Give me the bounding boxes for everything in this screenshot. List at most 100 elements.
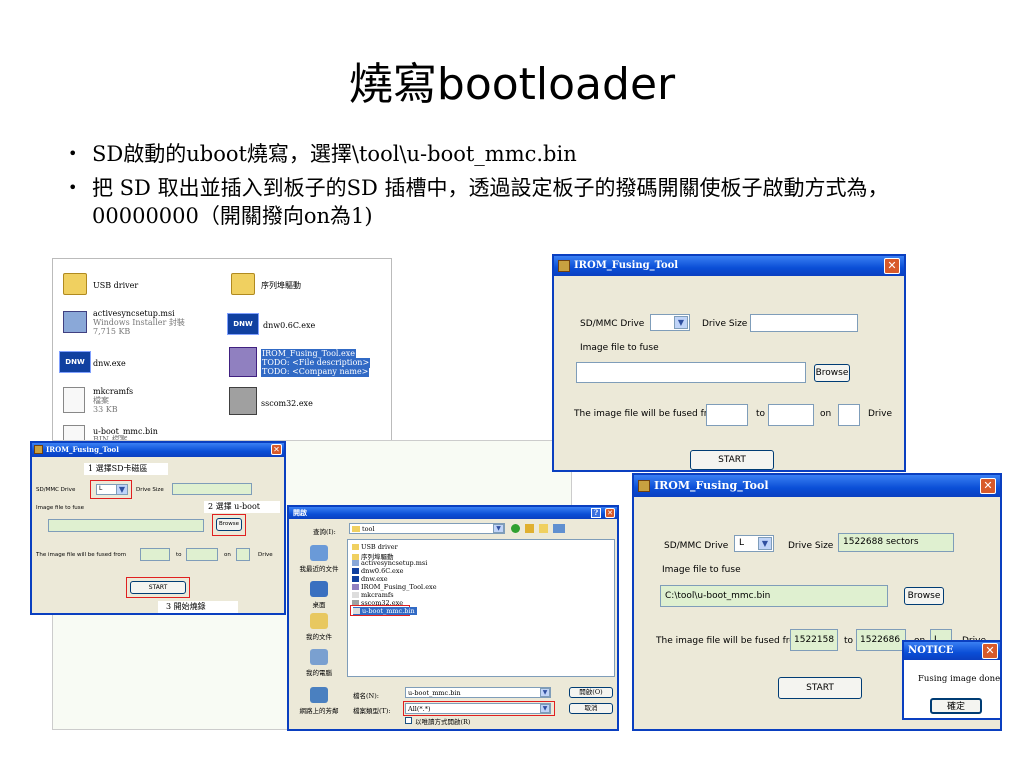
browse-button[interactable]: Browse <box>814 364 850 382</box>
file-label[interactable]: USB driver <box>93 281 138 291</box>
from-field[interactable] <box>140 548 170 561</box>
file-label[interactable]: 序列埠驅動 <box>261 281 301 291</box>
image-file-field[interactable]: C:\tool\u-boot_mmc.bin <box>660 585 888 607</box>
to-field[interactable] <box>186 548 218 561</box>
step3-annotation: 3 開始燒錄 <box>158 601 238 613</box>
file-icon <box>353 608 360 614</box>
list-item[interactable]: dnw.exe <box>352 575 388 583</box>
place-my-documents[interactable]: 我的文件 <box>293 613 345 641</box>
readonly-label: 以唯讀方式開啟(R) <box>415 718 471 726</box>
chevron-down-icon[interactable]: ▼ <box>116 484 128 495</box>
browse-button[interactable]: Browse <box>904 587 944 605</box>
close-icon[interactable]: ✕ <box>271 444 282 455</box>
installer-icon <box>352 560 359 566</box>
from-field[interactable] <box>706 404 748 426</box>
new-folder-icon[interactable] <box>539 524 548 533</box>
file-list[interactable]: USB driver 序列埠驅動 activesyncsetup.msi dnw… <box>347 539 615 677</box>
image-file-field[interactable] <box>48 519 204 532</box>
folder-icon[interactable] <box>231 273 255 295</box>
close-icon[interactable]: ✕ <box>982 643 998 659</box>
help-icon[interactable]: ? <box>591 508 601 518</box>
folder-icon[interactable] <box>63 273 87 295</box>
dialog-titlebar[interactable]: 開啟 ? ✕ <box>289 507 617 519</box>
server-icon[interactable] <box>229 387 257 415</box>
file-label[interactable]: sscom32.exe <box>261 399 313 409</box>
notice-message: Fusing image done <box>918 674 1001 684</box>
folder-icon <box>352 526 360 532</box>
list-item[interactable]: dnw0.6C.exe <box>352 567 403 575</box>
bullet-item: SD啟動的uboot燒寫，選擇\tool\u-boot_mmc.bin <box>62 140 982 168</box>
notice-dialog: NOTICE ✕ Fusing image done 確定 <box>902 640 1002 720</box>
network-icon <box>310 687 328 703</box>
list-item[interactable]: activesyncsetup.msi <box>352 559 427 567</box>
close-icon[interactable]: ✕ <box>884 258 900 274</box>
place-network[interactable]: 網路上的芳鄰 <box>293 687 345 715</box>
file-icon <box>352 592 359 598</box>
window-titlebar[interactable]: IROM_Fusing_Tool ✕ <box>554 256 904 276</box>
small-fusing-tool-window: IROM_Fusing_Tool ✕ 1 選擇SD卡磁區 SD/MMC Driv… <box>30 441 286 615</box>
browse-button[interactable]: Browse <box>216 518 242 531</box>
list-item[interactable]: USB driver <box>352 543 398 551</box>
drive-size-field[interactable] <box>172 483 252 495</box>
place-recent[interactable]: 我最近的文件 <box>293 545 345 573</box>
filename-input[interactable]: u-boot_mmc.bin <box>405 687 551 698</box>
bullet-list: SD啟動的uboot燒寫，選擇\tool\u-boot_mmc.bin 把 SD… <box>62 140 982 236</box>
file-label[interactable]: dnw0.6C.exe <box>263 321 315 331</box>
dialog-titlebar[interactable]: NOTICE ✕ <box>904 642 1000 660</box>
window-titlebar[interactable]: IROM_Fusing_Tool ✕ <box>634 475 1000 497</box>
start-button[interactable]: START <box>778 677 862 699</box>
from-field[interactable]: 1522158 <box>790 629 838 651</box>
slide-title: 燒寫bootloader <box>348 59 676 110</box>
lookin-select[interactable]: tool <box>349 523 505 534</box>
window-title: IROM_Fusing_Tool <box>46 445 119 454</box>
sd-drive-label: SD/MMC Drive <box>664 541 729 551</box>
close-icon[interactable]: ✕ <box>605 508 615 518</box>
chevron-down-icon[interactable]: ▼ <box>758 537 772 550</box>
back-icon[interactable] <box>511 524 520 533</box>
drive-size-field[interactable] <box>750 314 858 332</box>
close-icon[interactable]: ✕ <box>980 478 996 494</box>
chevron-down-icon[interactable]: ▼ <box>674 316 688 329</box>
view-menu-icon[interactable] <box>553 524 565 533</box>
place-my-computer[interactable]: 我的電腦 <box>293 649 345 677</box>
dnw-icon[interactable]: DNW <box>227 313 259 335</box>
start-button[interactable]: START <box>130 581 186 594</box>
readonly-checkbox[interactable] <box>405 717 412 724</box>
image-file-field[interactable] <box>576 362 806 383</box>
to-field[interactable] <box>768 404 814 426</box>
list-item[interactable]: IROM_Fusing_Tool.exe <box>352 583 437 591</box>
file-icon[interactable] <box>63 387 85 413</box>
bullet-item: 把 SD 取出並插入到板子的SD 插槽中，透過設定板子的撥碼開關使板子啟動方式為… <box>62 174 982 230</box>
chevron-down-icon[interactable]: ▼ <box>540 704 550 713</box>
installer-icon[interactable] <box>63 311 87 333</box>
to-field[interactable]: 1522686 <box>856 629 906 651</box>
on-field[interactable] <box>838 404 860 426</box>
window-titlebar[interactable]: IROM_Fusing_Tool ✕ <box>32 443 284 457</box>
drive-size-field[interactable]: 1522688 sectors <box>838 533 954 552</box>
up-folder-icon[interactable] <box>525 524 534 533</box>
start-button[interactable]: START <box>690 450 774 470</box>
on-label: on <box>820 409 832 419</box>
place-desktop[interactable]: 桌面 <box>293 581 345 609</box>
list-item-selected[interactable]: u-boot_mmc.bin <box>353 607 417 615</box>
app-icon[interactable] <box>229 347 257 377</box>
chevron-down-icon[interactable]: ▼ <box>493 524 504 533</box>
file-label[interactable]: dnw.exe <box>93 359 126 369</box>
file-size: 33 KB <box>93 405 118 414</box>
cancel-button[interactable]: 取消 <box>569 703 613 714</box>
open-button[interactable]: 開啟(O) <box>569 687 613 698</box>
dnw-icon[interactable]: DNW <box>59 351 91 373</box>
dnw-icon <box>352 568 359 574</box>
file-size: 7,715 KB <box>93 327 131 336</box>
app-icon <box>352 584 359 590</box>
on-label: on <box>224 552 231 558</box>
chevron-down-icon[interactable]: ▼ <box>540 688 550 697</box>
filetype-select[interactable]: All(*.*) <box>405 703 551 714</box>
app-icon <box>34 445 43 454</box>
list-item[interactable]: mkcramfs <box>352 591 394 599</box>
dialog-title: 開啟 <box>293 508 307 517</box>
drive-size-label: Drive Size <box>788 541 834 551</box>
on-field[interactable] <box>236 548 250 561</box>
ok-button[interactable]: 確定 <box>930 698 982 714</box>
places-bar: 我最近的文件 桌面 我的文件 我的電腦 網路上的芳鄰 <box>291 541 345 727</box>
